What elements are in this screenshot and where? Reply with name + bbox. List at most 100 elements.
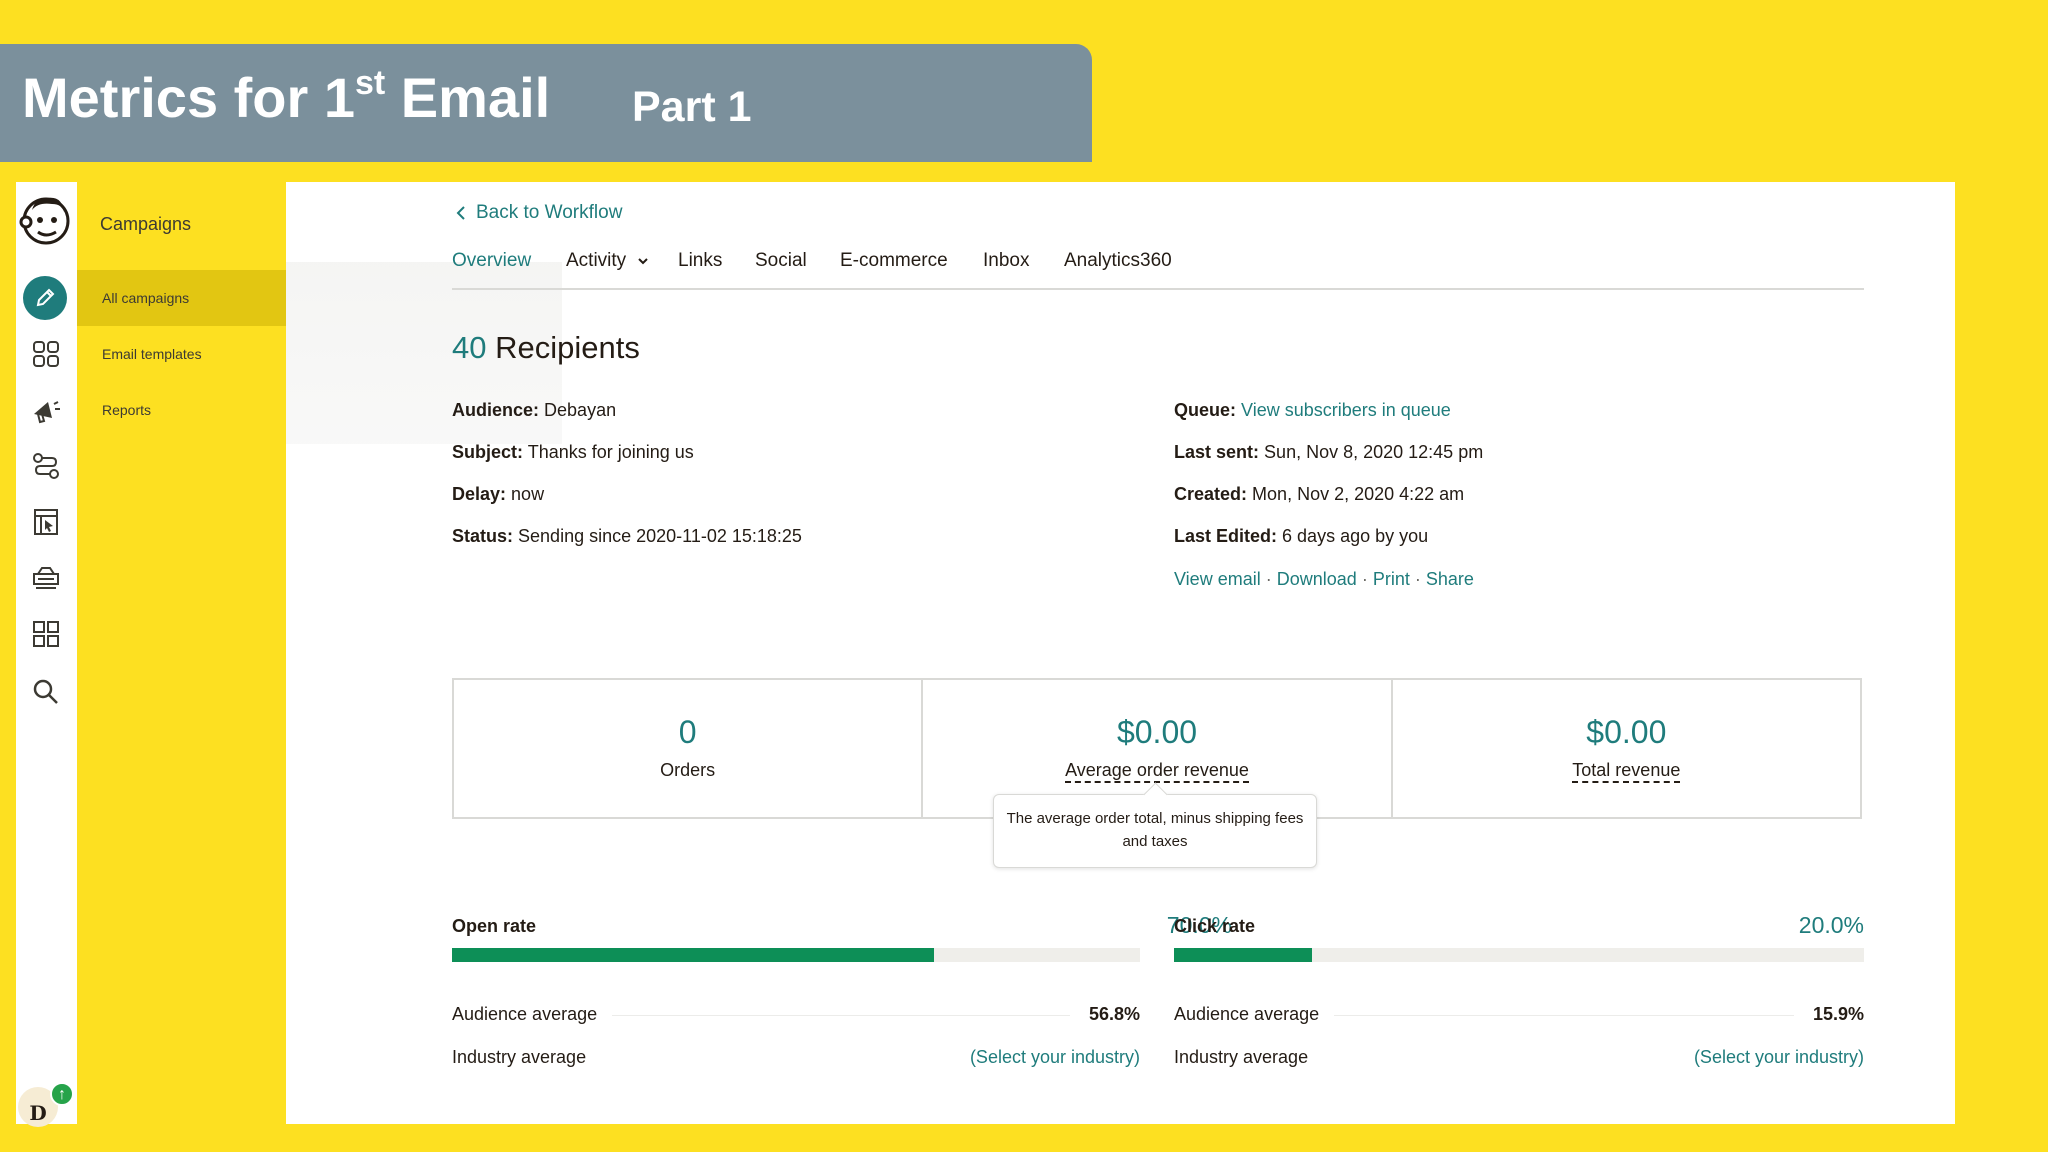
tabs-divider xyxy=(452,288,1864,290)
upgrade-badge-icon[interactable]: ↑ xyxy=(50,1082,74,1106)
stat-value: $0.00 xyxy=(1586,714,1667,750)
detail-created: Created: Mon, Nov 2, 2020 4:22 am xyxy=(1174,484,1464,505)
detail-queue: Queue: View subscribers in queue xyxy=(1174,400,1451,421)
action-separator: · xyxy=(1414,569,1421,589)
integrations-grid-icon[interactable] xyxy=(30,618,62,650)
tab-activity[interactable]: Activity xyxy=(566,250,649,272)
mailchimp-logo[interactable] xyxy=(18,190,74,250)
detail-value: now xyxy=(511,484,545,504)
sidebar-item-label: All campaigns xyxy=(102,290,190,306)
recipients-label: Recipients xyxy=(495,330,640,365)
share-link[interactable]: Share xyxy=(1426,569,1474,589)
stat-label: Average order revenue xyxy=(1065,760,1249,783)
slide-title-superscript: st xyxy=(355,64,386,102)
report-main: Back to Workflow Overview Activity Links… xyxy=(286,182,1955,1124)
detail-label: Created: xyxy=(1174,484,1248,504)
slide-title-main: Metrics for 1 xyxy=(22,66,355,129)
audience-average-label: Audience average xyxy=(452,1004,598,1024)
slide-title: Metrics for 1st Email xyxy=(22,66,550,126)
detail-label: Subject: xyxy=(452,442,524,462)
row-divider xyxy=(612,1015,1070,1016)
sidebar-item-label: Email templates xyxy=(102,346,202,362)
tab-inbox[interactable]: Inbox xyxy=(983,250,1029,272)
stat-orders: 0 Orders xyxy=(454,680,921,817)
chevron-left-icon xyxy=(456,206,465,220)
click-rate-industry-average: Industry average (Select your industry) xyxy=(1174,1047,1864,1071)
tab-ecommerce[interactable]: E-commerce xyxy=(840,250,948,272)
print-link[interactable]: Print xyxy=(1373,569,1410,589)
action-separator: · xyxy=(1361,569,1368,589)
report-tabs: Overview Activity Links Social E-commerc… xyxy=(452,250,1864,272)
sidebar-item-label: Reports xyxy=(102,402,152,418)
content-icon[interactable] xyxy=(30,562,62,594)
detail-label: Last sent: xyxy=(1174,442,1260,462)
select-industry-link[interactable]: (Select your industry) xyxy=(1694,1047,1864,1068)
sidebar-title: Campaigns xyxy=(100,214,192,234)
select-industry-link[interactable]: (Select your industry) xyxy=(970,1047,1140,1068)
icon-rail: D ↑ xyxy=(16,182,77,1127)
click-rate-audience-average: Audience average 15.9% xyxy=(1174,1004,1864,1028)
open-rate-bar xyxy=(452,948,1140,962)
detail-value: Sending since 2020-11-02 15:18:25 xyxy=(518,526,802,546)
campaigns-sidebar: Campaigns All campaigns Email templates … xyxy=(77,182,286,1124)
stat-label: Orders xyxy=(660,760,716,780)
click-rate-label: Click rate xyxy=(1174,916,1256,936)
detail-subject: Subject: Thanks for joining us xyxy=(452,442,694,463)
chevron-down-icon xyxy=(638,258,649,265)
detail-last-sent: Last sent: Sun, Nov 8, 2020 12:45 pm xyxy=(1174,442,1483,463)
open-rate-label: Open rate xyxy=(452,916,537,936)
automation-icon[interactable] xyxy=(30,450,62,482)
sidebar-item-all-campaigns[interactable]: All campaigns xyxy=(77,270,286,326)
audience-icon[interactable] xyxy=(30,338,62,370)
slide-subtitle: Part 1 xyxy=(632,83,752,131)
tooltip-text: The average order total, minus shipping … xyxy=(1006,810,1304,850)
website-icon[interactable] xyxy=(30,506,62,538)
detail-label: Status: xyxy=(452,526,514,546)
audience-average-label: Audience average xyxy=(1174,1004,1320,1024)
detail-value: Thanks for joining us xyxy=(527,442,694,462)
sidebar-item-email-templates[interactable]: Email templates xyxy=(77,326,286,382)
click-rate-bar xyxy=(1174,948,1864,962)
sidebar-item-reports[interactable]: Reports xyxy=(77,382,286,438)
recipients-heading: 40 Recipients xyxy=(452,330,640,366)
industry-average-label: Industry average xyxy=(1174,1047,1309,1067)
view-subscribers-queue-link[interactable]: View subscribers in queue xyxy=(1241,400,1451,420)
open-rate-bar-fill xyxy=(452,948,934,962)
detail-status: Status: Sending since 2020-11-02 15:18:2… xyxy=(452,526,802,547)
stat-label-tooltip-trigger[interactable]: Average order revenue xyxy=(923,760,1390,783)
detail-label: Delay: xyxy=(452,484,507,504)
stat-total-revenue: $0.00 Total revenue xyxy=(1390,680,1860,817)
detail-audience: Audience: Debayan xyxy=(452,400,616,421)
click-rate-bar-fill xyxy=(1174,948,1312,962)
slide-banner: Metrics for 1st Email Part 1 xyxy=(0,44,1092,162)
megaphone-icon[interactable] xyxy=(30,394,62,426)
campaigns-nav-button[interactable] xyxy=(23,276,67,320)
row-divider xyxy=(1334,1015,1794,1016)
back-to-workflow-link[interactable]: Back to Workflow xyxy=(456,202,622,224)
open-rate-audience-average: Audience average 56.8% xyxy=(452,1004,1140,1028)
email-actions: View email · Download · Print · Share xyxy=(1174,569,1474,590)
detail-value: 6 days ago by you xyxy=(1282,526,1429,546)
avatar-initial: D xyxy=(29,1101,47,1125)
tab-overview[interactable]: Overview xyxy=(452,250,531,272)
detail-value: Mon, Nov 2, 2020 4:22 am xyxy=(1252,484,1465,504)
recipients-count: 40 xyxy=(452,330,487,365)
stat-value: $0.00 xyxy=(1116,714,1198,750)
click-rate-value: 20.0% xyxy=(1798,912,1864,938)
download-link[interactable]: Download xyxy=(1277,569,1357,589)
back-label: Back to Workflow xyxy=(476,202,623,223)
tab-social[interactable]: Social xyxy=(755,250,807,272)
tab-activity-label: Activity xyxy=(566,250,627,271)
slide-title-end: Email xyxy=(385,66,551,129)
stat-label-tooltip-trigger[interactable]: Total revenue xyxy=(1393,760,1860,783)
tab-analytics360[interactable]: Analytics360 xyxy=(1064,250,1172,272)
tab-links[interactable]: Links xyxy=(678,250,722,272)
stat-value: 0 xyxy=(678,714,697,750)
action-separator: · xyxy=(1265,569,1272,589)
search-icon[interactable] xyxy=(30,676,62,708)
average-order-revenue-tooltip: The average order total, minus shipping … xyxy=(993,794,1317,868)
view-email-link[interactable]: View email xyxy=(1174,569,1261,589)
detail-delay: Delay: now xyxy=(452,484,544,505)
audience-average-value: 15.9% xyxy=(1812,1004,1864,1024)
open-rate-industry-average: Industry average (Select your industry) xyxy=(452,1047,1140,1071)
